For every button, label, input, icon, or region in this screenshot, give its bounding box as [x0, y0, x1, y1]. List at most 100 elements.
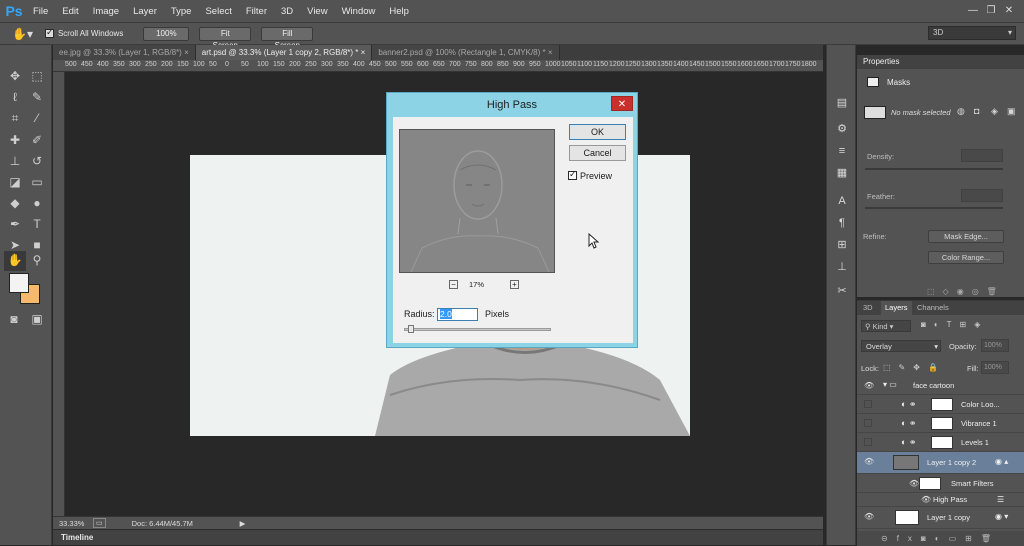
menu-layer[interactable]: Layer [126, 6, 164, 17]
swatches-icon[interactable]: ▦ [834, 165, 850, 181]
radius-slider-thumb[interactable] [408, 325, 414, 333]
lock-icons[interactable]: ⬚✎✥🔒 [883, 363, 946, 372]
type-tool-icon[interactable]: T [28, 215, 46, 233]
zoom-level[interactable]: 33.33% [59, 519, 91, 528]
visibility-toggle[interactable] [864, 400, 872, 408]
zoom-out-button[interactable]: − [449, 280, 458, 289]
density-slider[interactable] [865, 168, 1003, 170]
lasso-tool-icon[interactable]: ℓ [6, 88, 24, 106]
tab-ee-jpg[interactable]: ee.jpg @ 33.3% (Layer 1, RGB/8*) × [53, 45, 196, 60]
status-info-icon[interactable]: ▭ [93, 518, 106, 528]
eyedropper-tool-icon[interactable]: ⁄ [28, 109, 46, 127]
layer-levels[interactable]: ◐ ⚭ Levels 1 [857, 433, 1024, 452]
gradient-tool-icon[interactable]: ▭ [28, 173, 46, 191]
tool-presets-icon[interactable]: ✂ [834, 283, 850, 299]
color-range-button[interactable]: Color Range... [928, 251, 1004, 264]
zoom-100-button[interactable]: 100% [143, 26, 190, 41]
screen-mode-icon[interactable]: ▣ [28, 310, 46, 328]
tab-3d[interactable]: 3D [859, 301, 877, 315]
fit-screen-button[interactable]: Fit Screen [199, 26, 252, 50]
menu-3d[interactable]: 3D [274, 6, 300, 17]
filter-options-icon[interactable]: ☰ [997, 495, 1004, 504]
layer-vibrance[interactable]: ◐ ⚭ Vibrance 1 [857, 414, 1024, 433]
crop-tool-icon[interactable]: ⌗ [6, 109, 24, 127]
stamp-tool-icon[interactable]: ⊥ [6, 152, 24, 170]
visibility-eye-icon[interactable]: 👁 [864, 512, 874, 521]
cancel-button[interactable]: Cancel [569, 145, 626, 161]
minimize-icon[interactable]: — [964, 4, 982, 18]
pen-tool-icon[interactable]: ✒ [6, 215, 24, 233]
preview-checkbox[interactable] [568, 169, 577, 180]
history-icon[interactable]: ▤ [834, 95, 850, 111]
fill-screen-button[interactable]: Fill Screen [261, 26, 314, 50]
properties-tab[interactable]: Properties [857, 55, 1024, 69]
menu-view[interactable]: View [300, 6, 334, 17]
hand-tool-icon[interactable]: ✋ [4, 251, 26, 271]
visibility-eye-icon[interactable]: 👁 [864, 381, 874, 390]
quick-mask-icon[interactable]: ◙ [5, 310, 23, 328]
filter-preview[interactable] [399, 129, 555, 273]
layer-layer-1-copy-2[interactable]: 👁 Layer 1 copy 2 ◉ ▴ [857, 452, 1024, 474]
timeline-panel[interactable]: Timeline [53, 529, 823, 545]
add-vector-mask-icon[interactable]: ◘ [974, 106, 979, 116]
adjustment-icon[interactable]: ⚙ [834, 121, 850, 137]
brush-tool-icon[interactable]: ✐ [28, 131, 46, 149]
brush-preset-icon[interactable]: ⊞ [834, 237, 850, 253]
menu-help[interactable]: Help [382, 6, 416, 17]
radius-input[interactable]: 2.0 [437, 308, 478, 321]
quick-select-tool-icon[interactable]: ✎ [28, 88, 46, 106]
layer-high-pass-filter[interactable]: 👁 High Pass ☰ [857, 493, 1024, 507]
scroll-all-checkbox[interactable] [44, 27, 54, 38]
tab-layers[interactable]: Layers [881, 301, 912, 315]
workspace-select[interactable]: 3D ▾ [928, 26, 1016, 40]
styles-icon[interactable]: ≡ [834, 143, 850, 159]
blend-mode-select[interactable]: Overlay ▾ [861, 340, 941, 352]
mask-settings-icon[interactable]: ▣ [1007, 106, 1016, 117]
density-field[interactable] [961, 149, 1003, 162]
tab-art-psd[interactable]: art.psd @ 33.3% (Layer 1 copy 2, RGB/8*)… [195, 45, 373, 60]
close-window-icon[interactable]: ✕ [1000, 4, 1018, 18]
zoom-in-button[interactable]: + [510, 280, 519, 289]
menu-image[interactable]: Image [86, 6, 126, 17]
layer-layer-1-copy[interactable]: 👁 Layer 1 copy ◉ ▾ [857, 507, 1024, 529]
status-arrow-icon[interactable]: ▶ [240, 519, 246, 528]
menu-select[interactable]: Select [198, 6, 238, 17]
menu-file[interactable]: File [26, 6, 55, 17]
visibility-eye-icon[interactable]: 👁 [921, 495, 931, 504]
feather-slider[interactable] [865, 207, 1003, 209]
layer-color-lookup[interactable]: ◐ ⚭ Color Loo... [857, 395, 1024, 414]
healing-brush-icon[interactable]: ✚ [6, 131, 24, 149]
zoom-tool-icon[interactable]: ⚲ [28, 251, 46, 269]
filter-icons[interactable]: ◙◐T⊞◈ [921, 320, 988, 329]
menu-window[interactable]: Window [335, 6, 383, 17]
marquee-tool-icon[interactable]: ⬚ [28, 67, 46, 85]
layer-smart-filters[interactable]: 👁 Smart Filters [857, 474, 1024, 493]
move-tool-icon[interactable]: ✥ [6, 67, 24, 85]
add-pixel-mask-icon[interactable]: ◍ [957, 106, 965, 117]
character-icon[interactable]: A [834, 193, 850, 209]
menu-filter[interactable]: Filter [239, 6, 274, 17]
menu-type[interactable]: Type [164, 6, 199, 17]
foreground-color-swatch[interactable] [9, 273, 29, 293]
mask-edge-button[interactable]: Mask Edge... [928, 230, 1004, 243]
paragraph-icon[interactable]: ¶ [834, 215, 850, 231]
ok-button[interactable]: OK [569, 124, 626, 140]
tab-channels[interactable]: Channels [913, 301, 953, 315]
dialog-close-button[interactable]: ✕ [611, 96, 633, 111]
dodge-tool-icon[interactable]: ● [28, 194, 46, 212]
opacity-field[interactable]: 100% [981, 339, 1009, 352]
blur-tool-icon[interactable]: ◆ [6, 194, 24, 212]
menu-edit[interactable]: Edit [55, 6, 85, 17]
feather-field[interactable] [961, 189, 1003, 202]
visibility-eye-icon[interactable]: 👁 [909, 479, 919, 488]
fill-field[interactable]: 100% [981, 361, 1009, 374]
restore-icon[interactable]: ❐ [982, 4, 1000, 18]
history-brush-icon[interactable]: ↺ [28, 152, 46, 170]
apply-mask-icon[interactable]: ◈ [991, 106, 998, 117]
clone-source-icon[interactable]: ⊥ [834, 259, 850, 275]
radius-slider-track[interactable] [404, 328, 551, 331]
eraser-tool-icon[interactable]: ◪ [6, 173, 24, 191]
layer-group-face-cartoon[interactable]: 👁 ▾ ▭ face cartoon [857, 376, 1024, 395]
visibility-eye-icon[interactable]: 👁 [864, 457, 874, 466]
kind-filter[interactable]: ⚲ Kind ▾ [861, 320, 911, 332]
